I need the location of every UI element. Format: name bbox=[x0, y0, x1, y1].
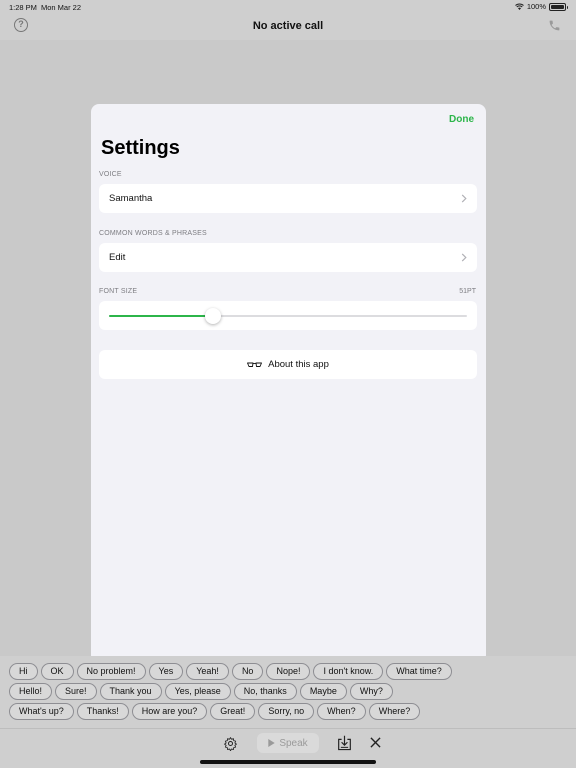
phrase-chip[interactable]: What time? bbox=[386, 663, 452, 680]
play-icon bbox=[268, 739, 276, 747]
save-icon[interactable] bbox=[337, 735, 352, 751]
phrase-chip[interactable]: Thanks! bbox=[76, 703, 129, 720]
phrase-chip[interactable]: Sorry, no bbox=[258, 703, 315, 720]
phrase-chip[interactable]: How are you? bbox=[131, 703, 208, 720]
about-app-label: About this app bbox=[268, 359, 329, 370]
font-size-value: 51PT bbox=[459, 288, 476, 295]
battery-icon bbox=[549, 2, 568, 11]
status-right: 100% bbox=[514, 2, 568, 11]
common-words-row[interactable]: Edit bbox=[99, 243, 477, 272]
settings-modal: Done Settings VOICE Samantha COMMON WORD… bbox=[91, 104, 486, 663]
font-size-slider[interactable] bbox=[109, 308, 467, 324]
voice-value: Samantha bbox=[109, 193, 153, 204]
phrase-chip[interactable]: I don't know. bbox=[313, 663, 384, 680]
phrase-chip[interactable]: Nope! bbox=[266, 663, 311, 680]
close-icon[interactable] bbox=[370, 737, 381, 748]
chevron-right-icon bbox=[461, 253, 467, 262]
phrase-chip[interactable]: Maybe bbox=[299, 683, 347, 700]
phrase-chip[interactable]: Hello! bbox=[9, 683, 53, 700]
slider-thumb[interactable] bbox=[204, 308, 221, 324]
status-bar: 1:28 PM Mon Mar 22 100% bbox=[0, 0, 576, 14]
phrase-chip[interactable]: Thank you bbox=[99, 683, 162, 700]
phrase-chip[interactable]: Why? bbox=[349, 683, 393, 700]
voice-row[interactable]: Samantha bbox=[99, 184, 477, 213]
phrase-chip[interactable]: No problem! bbox=[76, 663, 146, 680]
phrase-chip[interactable]: Yes, please bbox=[164, 683, 231, 700]
about-app-button[interactable]: About this app bbox=[99, 350, 477, 379]
common-words-section-header: COMMON WORDS & PHRASES bbox=[99, 230, 207, 237]
phrase-chip[interactable]: No bbox=[231, 663, 264, 680]
status-date: Mon Mar 22 bbox=[41, 3, 82, 12]
battery-percent: 100% bbox=[526, 2, 546, 11]
phrase-chip[interactable]: Hi bbox=[9, 663, 38, 680]
phrase-chip[interactable]: Great! bbox=[210, 703, 256, 720]
speak-button[interactable]: Speak bbox=[257, 733, 319, 753]
glasses-icon bbox=[247, 362, 263, 367]
phrase-chip[interactable]: Sure! bbox=[55, 683, 97, 700]
font-size-slider-row bbox=[99, 301, 477, 330]
speak-label: Speak bbox=[279, 737, 308, 749]
bottom-toolbar: Speak bbox=[0, 728, 576, 768]
call-status-title: No active call bbox=[252, 20, 324, 32]
common-words-value: Edit bbox=[109, 252, 126, 263]
status-time: 1:28 PM bbox=[9, 3, 37, 12]
font-size-section-header: FONT SIZE bbox=[99, 288, 138, 295]
phrase-row-1: Hi OK No problem! Yes Yeah! No Nope! I don't kn… bbox=[9, 663, 452, 680]
gear-icon[interactable] bbox=[223, 736, 238, 751]
phrase-row-2: Hello! Sure! Thank you Yes, please No, thank… bbox=[9, 683, 393, 700]
phrase-chip[interactable]: When? bbox=[317, 703, 366, 720]
phrase-chip[interactable]: Yes bbox=[148, 663, 184, 680]
chevron-right-icon bbox=[461, 194, 467, 203]
phrase-chip[interactable]: What's up? bbox=[9, 703, 74, 720]
voice-section-header: VOICE bbox=[99, 171, 122, 178]
slider-fill bbox=[109, 315, 213, 317]
home-indicator bbox=[200, 760, 376, 764]
settings-title: Settings bbox=[101, 137, 180, 159]
phrase-chip[interactable]: Yeah! bbox=[186, 663, 229, 680]
phrase-row-3: What's up? Thanks! How are you? Great! Sorry… bbox=[9, 703, 421, 720]
phrase-area: Hi OK No problem! Yes Yeah! No Nope! I don't kn… bbox=[0, 656, 576, 728]
done-button[interactable]: Done bbox=[449, 114, 474, 125]
wifi-icon bbox=[514, 3, 524, 10]
phone-icon[interactable] bbox=[548, 19, 561, 32]
phrase-chip[interactable]: OK bbox=[40, 663, 74, 680]
phrase-chip[interactable]: No, thanks bbox=[233, 683, 297, 700]
nav-bar: ? No active call bbox=[0, 14, 576, 40]
phrase-chip[interactable]: Where? bbox=[368, 703, 421, 720]
